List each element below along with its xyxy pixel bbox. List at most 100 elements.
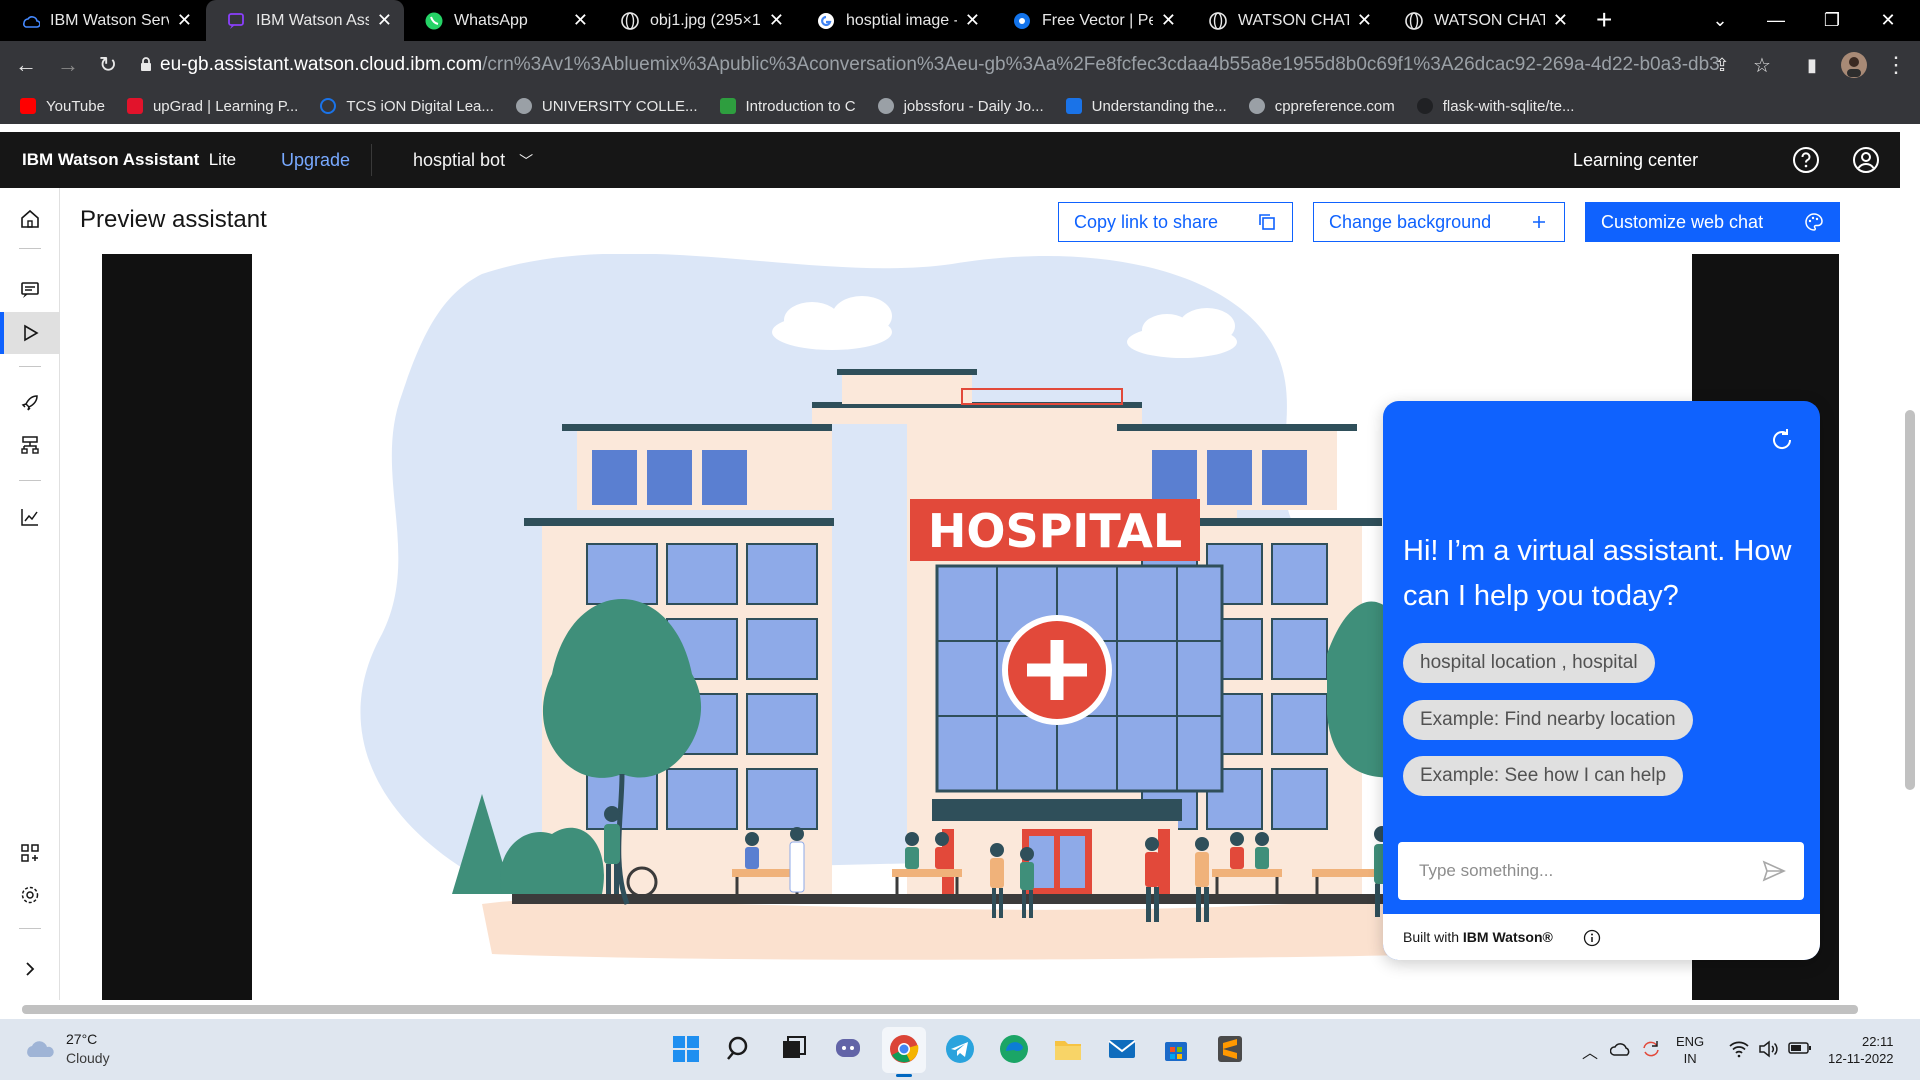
- close-tab-icon[interactable]: ✕: [769, 10, 784, 31]
- chevron-down-icon: ﹀: [519, 153, 534, 169]
- windows-start-icon[interactable]: [670, 1033, 702, 1065]
- tab-watson-chatbot-1[interactable]: WATSON CHATB( ✕: [1188, 0, 1384, 41]
- chat-message-input[interactable]: [1398, 842, 1758, 900]
- sublime-text-icon[interactable]: [1214, 1033, 1246, 1065]
- volume-icon[interactable]: [1758, 1040, 1780, 1058]
- assistant-selector[interactable]: hosptial bot ﹀: [413, 132, 533, 189]
- expand-chevron-icon[interactable]: [19, 958, 41, 980]
- battery-icon[interactable]: [1788, 1041, 1812, 1055]
- environments-icon[interactable]: [19, 434, 41, 456]
- language-indicator[interactable]: ENG IN: [1676, 1033, 1704, 1067]
- actions-icon[interactable]: [19, 279, 41, 301]
- side-panel-icon[interactable]: ▮: [1796, 49, 1828, 81]
- reload-icon[interactable]: ↻: [92, 49, 124, 81]
- video-icon: [1065, 98, 1082, 114]
- globe-icon: [620, 11, 640, 31]
- change-background-button[interactable]: Change background: [1313, 202, 1565, 242]
- forward-arrow-icon[interactable]: →: [52, 49, 84, 81]
- bookmark-jobssforu[interactable]: jobssforu - Daily Jo...: [877, 97, 1044, 115]
- tab-ibm-watson-assistant[interactable]: IBM Watson Assis ✕: [206, 0, 404, 41]
- pillar: [1158, 829, 1170, 894]
- show-hidden-icons-chevron[interactable]: ︿: [1582, 1039, 1598, 1063]
- bookmark-label: jobssforu - Daily Jo...: [903, 97, 1044, 115]
- help-icon[interactable]: [1792, 146, 1820, 174]
- sync-icon[interactable]: [1640, 1039, 1662, 1059]
- suggestion-chip[interactable]: Example: Find nearby location: [1403, 700, 1693, 740]
- tab-whatsapp[interactable]: WhatsApp ✕: [404, 0, 600, 41]
- task-view-icon[interactable]: [778, 1033, 810, 1065]
- add-icon: [1533, 216, 1545, 228]
- palette-icon: [1805, 213, 1823, 231]
- chrome-icon[interactable]: [888, 1033, 920, 1065]
- suggestion-chip[interactable]: Example: See how I can help: [1403, 756, 1684, 796]
- bookmark-flask-with-sqlite[interactable]: flask-with-sqlite/te...: [1416, 98, 1574, 115]
- new-tab-icon[interactable]: +: [1596, 4, 1612, 36]
- tab-search-chevron-icon[interactable]: ⌄: [1692, 0, 1748, 41]
- file-explorer-icon[interactable]: [1052, 1033, 1084, 1065]
- back-arrow-icon[interactable]: ←: [10, 49, 42, 81]
- learning-center-link[interactable]: Learning center: [1573, 132, 1698, 188]
- bookmark-upgrad[interactable]: upGrad | Learning P...: [126, 98, 298, 115]
- home-icon[interactable]: [19, 208, 41, 230]
- settings-gear-icon[interactable]: [19, 884, 41, 906]
- close-tab-icon[interactable]: ✕: [1161, 10, 1176, 31]
- vertical-scrollbar[interactable]: [1900, 132, 1920, 1000]
- analytics-icon[interactable]: [19, 506, 41, 528]
- preview-play-icon[interactable]: [19, 322, 41, 344]
- close-tab-icon[interactable]: ✕: [177, 10, 192, 31]
- lock-icon[interactable]: [140, 56, 152, 72]
- scrollbar-thumb[interactable]: [22, 1005, 1858, 1014]
- tab-free-vector[interactable]: Free Vector | Peop ✕: [992, 0, 1188, 41]
- close-tab-icon[interactable]: ✕: [965, 10, 980, 31]
- customize-web-chat-button[interactable]: Customize web chat: [1585, 202, 1840, 242]
- mail-icon[interactable]: [1106, 1033, 1138, 1065]
- bookmark-star-icon[interactable]: ☆: [1746, 49, 1778, 81]
- restart-conversation-icon[interactable]: [1768, 426, 1796, 454]
- bookmark-introduction-to-c[interactable]: Introduction to C: [719, 98, 856, 115]
- minimize-icon[interactable]: —: [1748, 0, 1804, 41]
- url-field[interactable]: eu-gb.assistant.watson.cloud.ibm.com/crn…: [160, 49, 1720, 81]
- weather-condition: Cloudy: [66, 1050, 110, 1066]
- publish-rocket-icon[interactable]: [19, 392, 41, 414]
- tab-obj1-jpg[interactable]: obj1.jpg (295×17 ✕: [600, 0, 796, 41]
- restore-icon[interactable]: ❐: [1804, 0, 1860, 41]
- tab-ibm-watson-services[interactable]: IBM Watson Servi ✕: [0, 0, 204, 41]
- close-tab-icon[interactable]: ✕: [573, 10, 588, 31]
- bookmark-tcs-ion[interactable]: TCS iON Digital Lea...: [320, 98, 494, 115]
- bookmark-cppreference[interactable]: cppreference.com: [1248, 98, 1395, 115]
- microsoft-store-icon[interactable]: [1160, 1033, 1192, 1065]
- user-account-icon[interactable]: [1852, 146, 1880, 174]
- horizontal-scrollbar[interactable]: [0, 1000, 1900, 1019]
- share-icon[interactable]: ⇪: [1706, 49, 1738, 81]
- chrome-menu-icon[interactable]: ⋮: [1880, 49, 1912, 81]
- scrollbar-thumb[interactable]: [1905, 410, 1915, 790]
- product-name[interactable]: IBM Watson Assistant Lite: [22, 132, 236, 188]
- clock[interactable]: 22:11 12-11-2022: [1828, 1033, 1894, 1067]
- bookmark-youtube[interactable]: YouTube: [20, 98, 105, 115]
- profile-avatar[interactable]: [1838, 49, 1870, 81]
- close-tab-icon[interactable]: ✕: [1357, 10, 1372, 31]
- bookmark-understanding[interactable]: Understanding the...: [1065, 98, 1227, 115]
- tab-watson-chatbot-2[interactable]: WATSON CHATB( ✕: [1384, 0, 1580, 41]
- info-icon[interactable]: [1583, 929, 1601, 947]
- onedrive-cloud-icon[interactable]: [1610, 1040, 1632, 1058]
- close-tab-icon[interactable]: ✕: [1553, 10, 1568, 31]
- url-path: /crn%3Av1%3Abluemix%3Apublic%3Aconversat…: [482, 54, 1720, 75]
- close-tab-icon[interactable]: ✕: [377, 10, 392, 31]
- send-icon[interactable]: [1762, 860, 1786, 882]
- wifi-icon[interactable]: [1728, 1040, 1750, 1058]
- copy-link-button[interactable]: Copy link to share: [1058, 202, 1293, 242]
- cloudy-weather-icon[interactable]: [24, 1037, 58, 1061]
- search-icon[interactable]: [724, 1033, 756, 1065]
- roof-line: [562, 424, 832, 431]
- weather-widget[interactable]: 27°C Cloudy: [66, 1030, 110, 1068]
- tab-hospital-image-search[interactable]: hosptial image - ( ✕: [796, 0, 992, 41]
- bookmark-university-college[interactable]: UNIVERSITY COLLE...: [515, 98, 698, 115]
- telegram-icon[interactable]: [944, 1033, 976, 1065]
- upgrade-link[interactable]: Upgrade: [281, 132, 350, 188]
- integrations-icon[interactable]: [19, 842, 41, 864]
- close-window-icon[interactable]: ✕: [1860, 0, 1916, 41]
- teams-chat-icon[interactable]: [832, 1033, 864, 1065]
- edge-icon[interactable]: [998, 1033, 1030, 1065]
- suggestion-chip[interactable]: hospital location , hospital: [1403, 643, 1655, 683]
